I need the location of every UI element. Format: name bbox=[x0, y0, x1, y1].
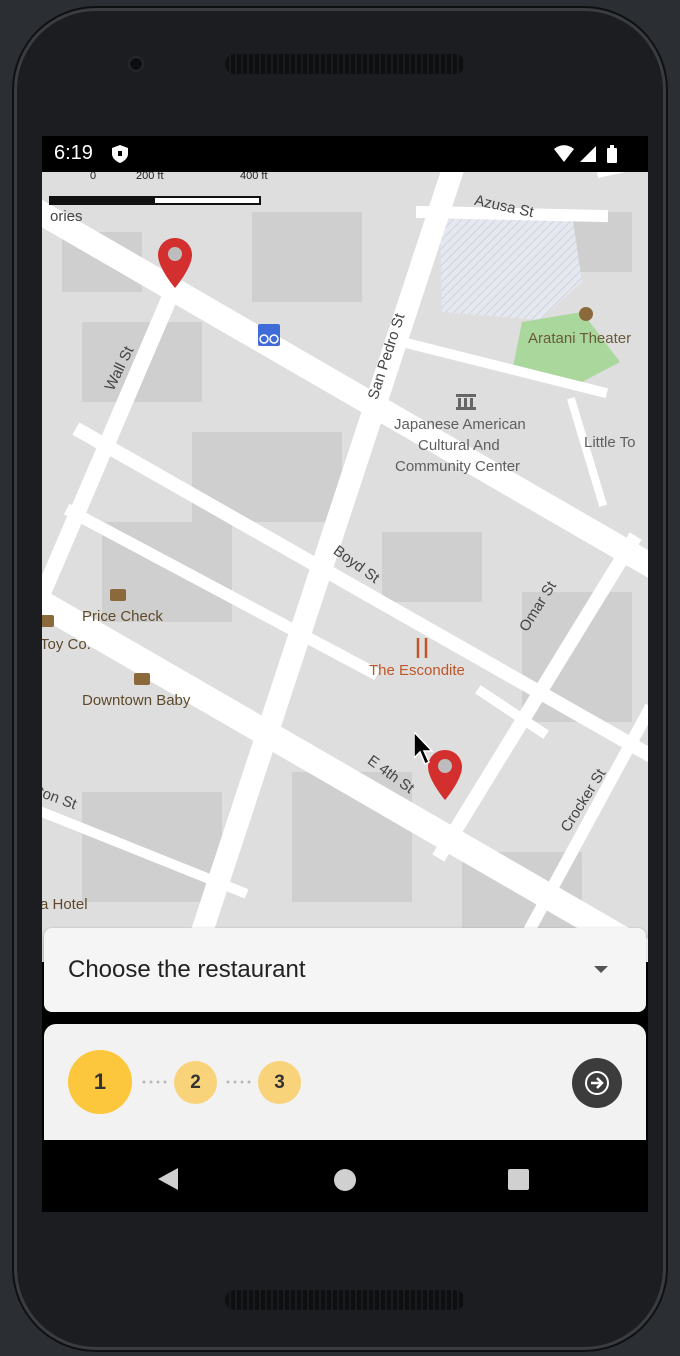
dropdown-label: Choose the restaurant bbox=[68, 956, 306, 983]
place-label: Little To bbox=[584, 434, 636, 451]
place-label: The Escondite bbox=[369, 662, 465, 679]
signal-icon bbox=[580, 146, 596, 162]
step-2[interactable]: 2 bbox=[174, 1061, 217, 1104]
next-button[interactable] bbox=[572, 1058, 622, 1108]
status-time: 6:19 bbox=[54, 142, 93, 164]
step-3-label: 3 bbox=[274, 1071, 285, 1093]
restaurant-icon bbox=[416, 638, 428, 658]
step-1-label: 1 bbox=[93, 1069, 107, 1094]
place-label: ories bbox=[50, 208, 83, 225]
step-3[interactable]: 3 bbox=[258, 1061, 301, 1104]
shield-icon bbox=[112, 145, 128, 168]
recent-apps-icon[interactable] bbox=[508, 1169, 529, 1190]
home-icon[interactable] bbox=[334, 1169, 356, 1191]
museum-icon bbox=[456, 394, 476, 410]
wifi-icon bbox=[554, 145, 574, 162]
device-screen: 6:19 0 200 ft 400 ft ories Azusa St Wall… bbox=[42, 136, 648, 1212]
scale-max: 400 ft bbox=[240, 172, 268, 182]
place-label: Community Center bbox=[395, 458, 521, 475]
arrow-right-icon bbox=[585, 1071, 609, 1095]
step-2-label: 2 bbox=[190, 1071, 201, 1093]
restaurant-dropdown[interactable]: Choose the restaurant bbox=[44, 928, 646, 1012]
step-connector bbox=[142, 1080, 167, 1084]
theater-icon bbox=[579, 307, 593, 321]
bottom-speaker bbox=[225, 1290, 465, 1310]
front-camera bbox=[128, 56, 144, 72]
scale-mid: 200 ft bbox=[136, 172, 164, 182]
place-label: Downtown Baby bbox=[82, 692, 191, 709]
place-label: Aratani Theater bbox=[528, 330, 632, 347]
place-label: Toy Co. bbox=[42, 636, 91, 653]
place-label: a Hotel bbox=[42, 896, 88, 913]
scale-zero: 0 bbox=[90, 172, 97, 182]
status-bar: 6:19 bbox=[42, 136, 648, 172]
place-label: Cultural And bbox=[418, 437, 500, 454]
step-indicator: 1 2 3 bbox=[44, 1024, 646, 1140]
back-icon[interactable] bbox=[158, 1168, 178, 1190]
place-label: Japanese American bbox=[394, 416, 526, 433]
battery-icon bbox=[607, 145, 617, 163]
status-icons bbox=[554, 144, 636, 169]
chevron-down-icon[interactable] bbox=[594, 966, 608, 973]
place-label: Price Check bbox=[82, 608, 163, 625]
step-connector bbox=[226, 1080, 251, 1084]
android-nav-bar bbox=[42, 1140, 648, 1212]
step-1[interactable]: 1 bbox=[68, 1050, 132, 1114]
map-view[interactable]: 0 200 ft 400 ft ories Azusa St Wall St S… bbox=[42, 172, 648, 962]
earpiece-speaker bbox=[225, 54, 465, 74]
